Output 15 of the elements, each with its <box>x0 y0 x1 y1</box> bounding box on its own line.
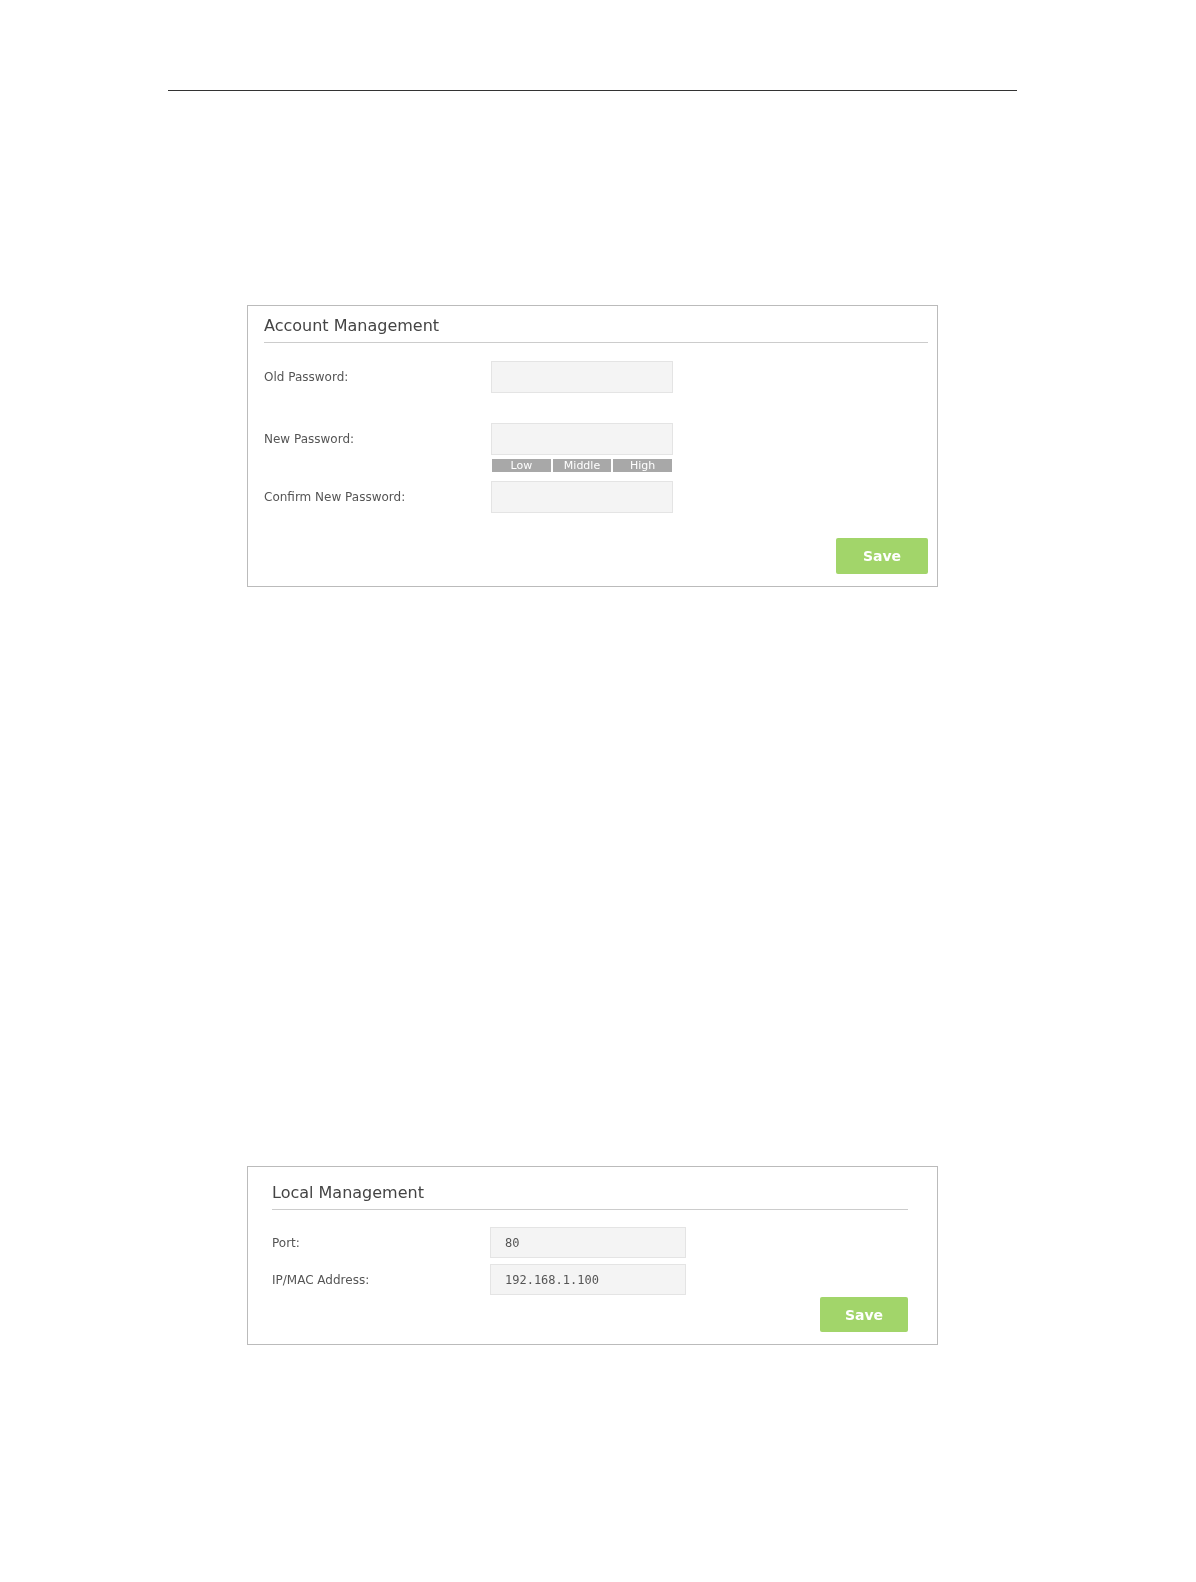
field-label: IP/MAC Address: <box>272 1272 371 1289</box>
password-field[interactable] <box>491 361 673 393</box>
password-field[interactable] <box>491 423 673 455</box>
strength-segment: Low <box>492 459 551 472</box>
text-field[interactable]: 80 <box>490 1227 686 1258</box>
panel-title: Account Management <box>264 315 441 336</box>
field-label: New Password: <box>264 431 356 448</box>
field-label: Old Password: <box>264 369 350 386</box>
strength-segment: High <box>613 459 672 472</box>
field-label: Port: <box>272 1235 301 1252</box>
strength-segment: Middle <box>552 459 612 472</box>
field-label: Confirm New Password: <box>264 489 407 506</box>
text-field[interactable]: 192.168.1.100 <box>490 1264 686 1295</box>
panel-title: Local Management <box>272 1182 425 1203</box>
password-field[interactable] <box>491 481 673 513</box>
